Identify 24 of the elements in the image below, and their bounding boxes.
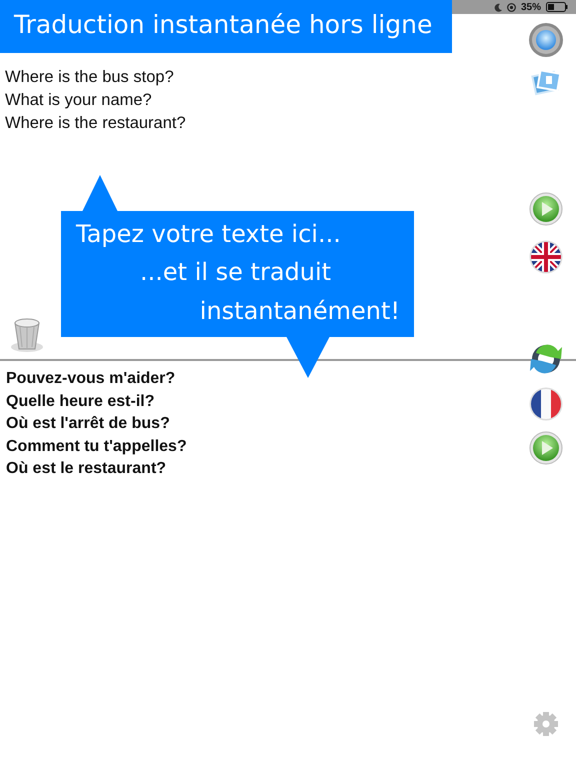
battery-icon xyxy=(546,2,568,12)
record-button[interactable] xyxy=(528,22,564,58)
callout-text: Tapez votre texte ici... xyxy=(76,219,341,250)
source-text-line: What is your name? xyxy=(4,90,153,111)
translated-text-line: Quelle heure est-il? xyxy=(5,392,156,412)
moon-icon xyxy=(494,2,502,12)
translated-text-line: Comment tu t'appelles? xyxy=(5,436,188,457)
rotation-lock-icon xyxy=(506,2,516,12)
banner-title: Traduction instantanée hors ligne xyxy=(0,0,452,53)
callout-text: ...et il se traduit xyxy=(140,257,332,288)
battery-percentage: 35% xyxy=(520,0,541,14)
translated-text-line: Pouvez-vous m'aider? xyxy=(5,369,176,389)
source-text-line: Where is the bus stop? xyxy=(4,67,175,88)
french-flag-button[interactable] xyxy=(529,387,563,421)
english-flag-button[interactable] xyxy=(529,240,563,274)
play-button[interactable] xyxy=(529,431,563,465)
source-text-line: Where is the restaurant? xyxy=(4,113,187,134)
play-button[interactable] xyxy=(529,192,563,226)
translated-text-line: Où est l'arrêt de bus? xyxy=(5,414,171,434)
callout-pointer xyxy=(82,175,118,212)
callout-pointer xyxy=(286,336,330,378)
trash-icon[interactable] xyxy=(10,317,44,353)
translated-text-line: Où est le restaurant? xyxy=(5,459,168,480)
callout-text: instantanément! xyxy=(200,296,400,327)
